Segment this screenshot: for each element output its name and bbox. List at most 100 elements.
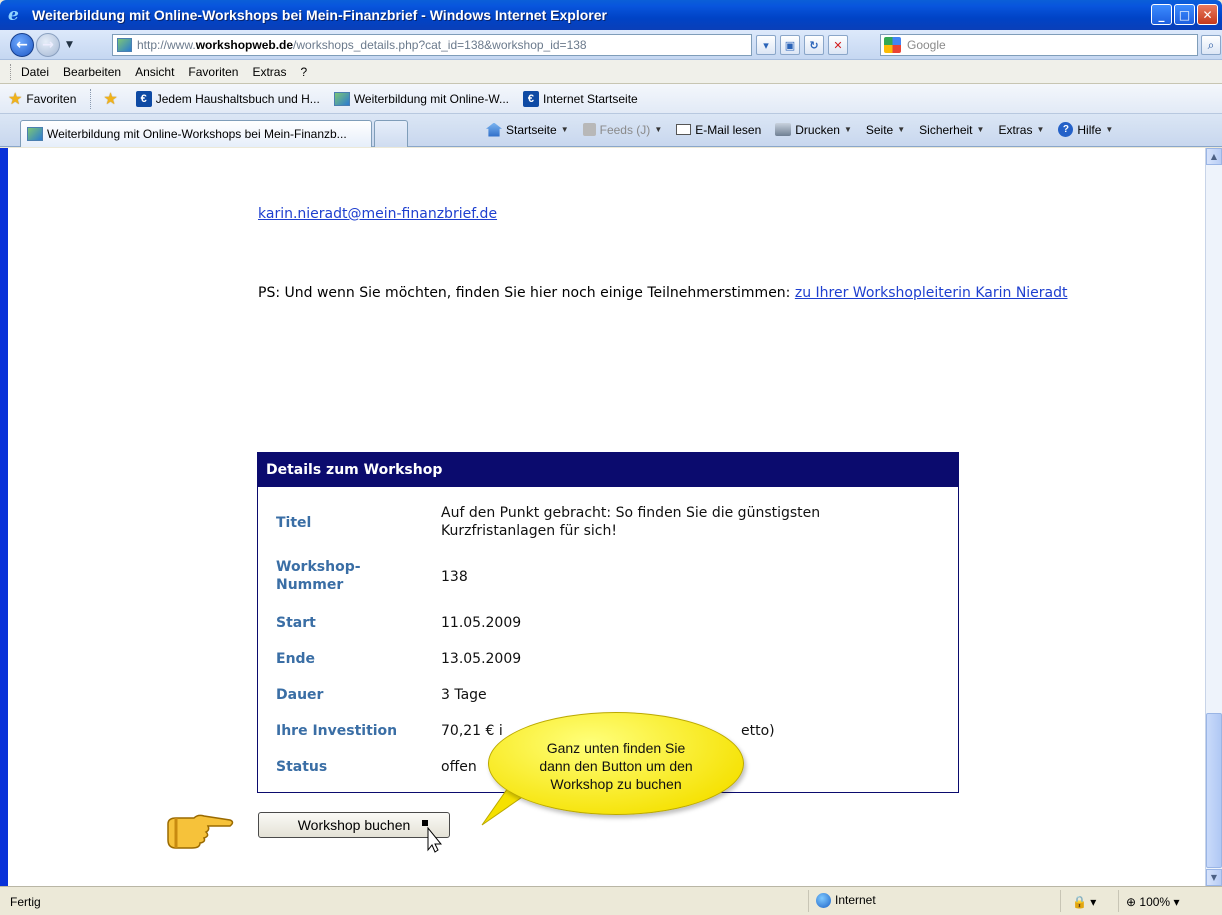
detail-value: 13.05.2009 [441,651,522,667]
detail-label: Ihre Investition [276,723,398,739]
scroll-up-icon[interactable]: ▲ [1206,148,1222,165]
globe-icon [816,893,831,909]
menu-item-favoriten[interactable]: Favoriten [188,65,238,79]
feeds-button[interactable]: Feeds (J) ▼ [582,122,663,137]
menu-item-datei[interactable]: Datei [21,65,49,79]
fav-link-startseite[interactable]: € Internet Startseite [522,90,638,107]
ie-logo-icon: e [8,5,19,25]
vertical-scrollbar[interactable]: ▲ ▼ [1205,148,1222,886]
detail-value: 138 [441,569,468,585]
help-menu-button[interactable]: ? Hilfe ▼ [1058,122,1113,137]
zone-label: Internet [835,893,876,907]
help-label: Hilfe [1077,122,1102,137]
chevron-down-icon: ▼ [976,125,985,134]
add-favorite-icon: ★ [103,90,118,108]
menu-item-help[interactable]: ? [300,65,307,79]
detail-label-line2: Nummer [276,577,344,593]
add-favorite-button[interactable]: ★ [103,89,121,109]
help-icon: ? [1058,122,1074,137]
fav-link-weiterbildung[interactable]: Weiterbildung mit Online-W... [333,91,509,106]
search-input[interactable]: Google [880,34,1198,56]
chevron-down-icon[interactable]: ▼ [561,125,569,134]
chevron-down-icon: ▾ [1173,895,1180,909]
divider [808,890,809,912]
callout-text-line2: dann den Button um den [539,758,693,774]
detail-label: Ende [276,651,316,667]
detail-value-line2: Kurzfristanlagen für sich! [441,523,617,539]
chevron-down-icon: ▼ [897,125,906,134]
url-host: workshopweb.de [195,38,294,52]
chevron-down-icon: ▼ [1036,125,1045,134]
print-button[interactable]: Drucken ▼ [775,123,852,137]
detail-label: Start [276,615,316,631]
favorites-bar: ★ Favoriten ★ € Jedem Haushaltsbuch und … [0,84,1222,114]
menu-item-extras[interactable]: Extras [252,65,286,79]
callout-text-line1: Ganz unten finden Sie [546,740,686,756]
minimize-button[interactable]: _ [1151,4,1172,25]
maximize-button[interactable]: □ [1174,4,1195,25]
refresh-icon[interactable]: ↻ [804,35,824,55]
testimonials-link[interactable]: zu Ihrer Workshopleiterin Karin Nieradt [795,285,1068,301]
zoom-control[interactable]: ⊕ 100% ▾ [1126,895,1179,909]
fav-link-label: Internet Startseite [542,91,638,106]
toolbar-grip [10,63,13,80]
tools-menu-button[interactable]: Extras ▼ [998,123,1044,137]
fav-link-haushaltsbuch[interactable]: € Jedem Haushaltsbuch und H... [135,90,320,107]
status-bar: Fertig Internet 🔒 ▾ ⊕ 100% ▾ [0,886,1222,915]
status-text: Fertig [10,895,41,909]
tab-active[interactable]: Weiterbildung mit Online-Workshops bei M… [20,120,372,147]
ps-text: PS: Und wenn Sie möchten, finden Sie hie… [258,285,795,301]
window-titlebar: e Weiterbildung mit Online-Workshops bei… [0,0,1222,30]
callout-bubble: Ganz unten finden Sie dann den Button um… [488,712,744,815]
address-toolbar: ← → ▼ http://www. workshopweb.de/workshop… [0,30,1222,60]
page-icon [27,127,43,141]
euro-icon: € [522,90,539,107]
chevron-down-icon: ▼ [654,125,663,134]
compatibility-icon[interactable]: ▣ [780,35,800,55]
detail-value: 3 Tage [441,687,487,703]
detail-label: Status [276,759,328,775]
safety-menu-button[interactable]: Sicherheit ▼ [919,123,984,137]
mail-button[interactable]: E-Mail lesen [676,123,761,137]
search-icon[interactable]: ⌕ [1201,35,1221,55]
favorites-label: Favoriten [26,91,77,106]
feeds-label: Feeds (J) [599,122,651,137]
search-placeholder: Google [907,38,946,52]
address-dropdown-icon[interactable]: ▾ [756,35,776,55]
euro-icon: € [135,90,152,107]
fav-link-label: Weiterbildung mit Online-W... [353,91,509,106]
back-button[interactable]: ← [10,32,34,57]
home-icon [486,122,502,137]
forward-button[interactable]: → [36,32,60,57]
scroll-down-icon[interactable]: ▼ [1206,869,1222,886]
detail-value: offen [441,759,477,775]
ps-paragraph: PS: Und wenn Sie möchten, finden Sie hie… [258,285,1068,301]
detail-value: 11.05.2009 [441,615,522,631]
favorites-button[interactable]: ★ Favoriten [8,89,76,109]
pointing-hand-icon [167,814,234,849]
chevron-down-icon[interactable]: ▼ [844,125,852,134]
address-input[interactable]: http://www. workshopweb.de/workshops_deta… [112,34,752,56]
detail-value-end: etto) [741,723,775,739]
detail-label: Dauer [276,687,324,703]
new-tab-button[interactable] [374,120,408,147]
zoom-icon: ⊕ [1126,895,1140,909]
stop-icon[interactable]: ✕ [828,35,848,55]
window-title: Weiterbildung mit Online-Workshops bei M… [32,7,607,23]
safety-label: Sicherheit [919,122,973,137]
scroll-thumb[interactable] [1206,713,1222,868]
divider [1118,890,1119,912]
home-button[interactable]: Startseite ▼ [486,122,569,137]
page-menu-button[interactable]: Seite ▼ [866,123,905,137]
divider [1060,890,1061,912]
contact-email-link[interactable]: karin.nieradt@mein-finanzbrief.de [258,206,497,222]
protected-mode-icon[interactable]: 🔒 ▾ [1072,895,1096,909]
menu-item-bearbeiten[interactable]: Bearbeiten [63,65,121,79]
detail-value-line1: Auf den Punkt gebracht: So finden Sie di… [441,505,821,521]
print-label: Drucken [795,122,840,137]
callout-text-line3: Workshop zu buchen [550,776,682,792]
menu-item-ansicht[interactable]: Ansicht [135,65,174,79]
history-dropdown-icon[interactable]: ▼ [66,40,73,50]
close-button[interactable]: ✕ [1197,4,1218,25]
address-tools: ▾ ▣ ↻ ✕ [756,35,848,55]
